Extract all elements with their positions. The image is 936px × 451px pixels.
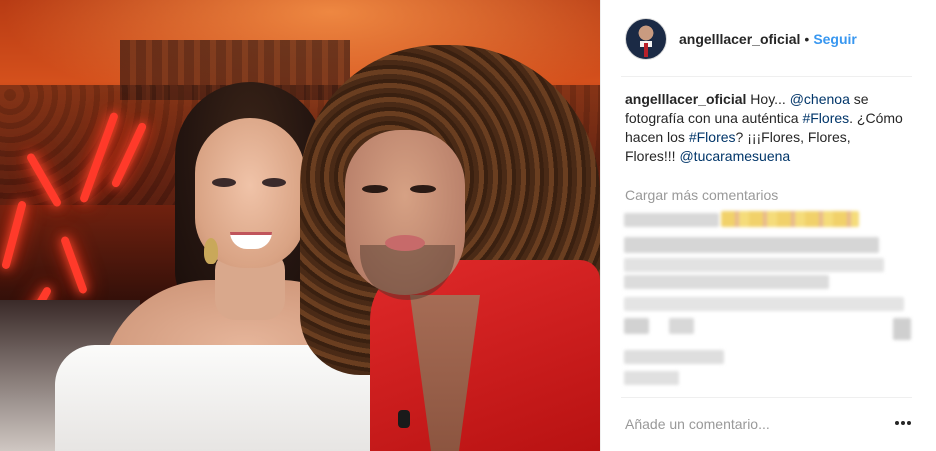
caption-hashtag[interactable]: #Flores [802,110,849,126]
instagram-post: angelllacer_oficial • Seguir angelllacer… [0,0,936,451]
blurred-comment [624,275,829,289]
caption-mention[interactable]: @chenoa [790,91,850,107]
post-header: angelllacer_oficial • Seguir [601,0,936,77]
caption-username[interactable]: angelllacer_oficial [625,91,746,107]
post-caption: angelllacer_oficial Hoy... @chenoa se fo… [625,90,905,166]
blurred-comment [624,297,904,311]
blurred-comment [624,237,879,253]
man-lips [385,235,425,251]
follow-button[interactable]: Seguir [813,31,857,47]
blurred-comments [621,205,916,390]
blurred-comment [669,318,694,334]
more-options-icon[interactable] [891,413,915,433]
blurred-comment [624,318,649,334]
lapel-microphone [398,410,410,428]
neon-light [59,235,89,295]
blurred-emoji [721,211,859,227]
header-separator: • [804,30,810,47]
add-comment-input[interactable] [625,414,855,434]
earring [204,238,218,264]
neon-light [1,200,27,270]
man-left-eye [362,185,388,193]
post-sidebar: angelllacer_oficial • Seguir angelllacer… [600,0,936,451]
load-more-comments-link[interactable]: Cargar más comentarios [625,187,778,203]
dot-icon [901,421,905,425]
blurred-comment [624,213,719,227]
avatar-tie [644,42,648,57]
blurred-comment [624,371,679,385]
dot-icon [895,421,899,425]
woman-left-eye [212,178,236,187]
post-photo[interactable] [0,0,600,451]
header-username[interactable]: angelllacer_oficial [679,31,800,47]
caption-hashtag[interactable]: #Flores [689,129,736,145]
caption-text: Hoy... [746,91,790,107]
blurred-comment [624,258,884,272]
comment-footer [601,397,936,451]
woman-right-eye [262,178,286,187]
blurred-comment [624,350,724,364]
dot-icon [907,421,911,425]
caption-mention[interactable]: @tucaramesuena [679,148,790,164]
man-right-eye [410,185,436,193]
avatar[interactable] [625,17,667,60]
blurred-comment [893,318,911,340]
